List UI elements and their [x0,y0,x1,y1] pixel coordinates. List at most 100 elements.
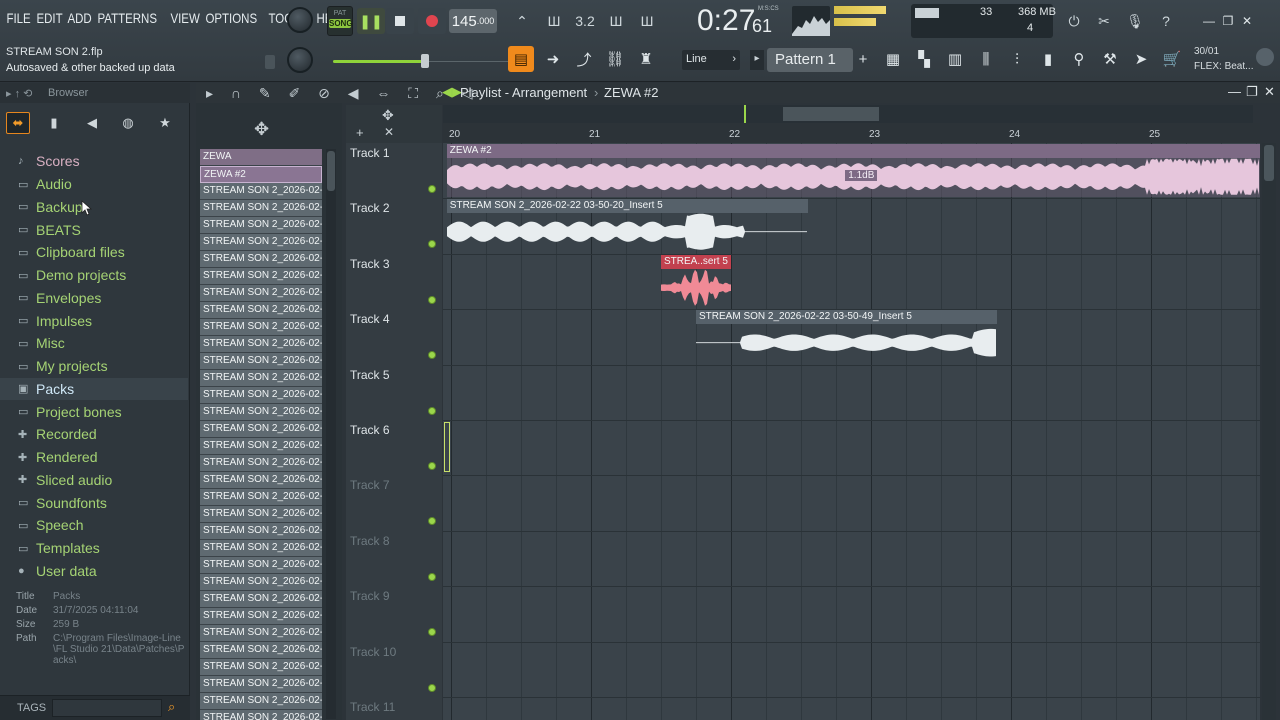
menu-item-options[interactable]: OPTIONS [203,10,260,30]
folder-item[interactable]: ▭ My projects [0,355,188,378]
wait-input-icon[interactable]: Ш [540,8,568,34]
folder-item[interactable]: ▭ BEATS [0,218,188,241]
track-mute-led[interactable] [428,351,436,360]
track-mute-led[interactable] [428,683,436,692]
minimize-icon[interactable]: — [1200,12,1218,30]
arrow-right-icon[interactable]: ➜ [540,46,566,72]
browser-all-icon[interactable]: ⬌ [6,112,30,134]
typing-keyboard-icon[interactable]: ▤ [508,46,534,72]
help-icon[interactable]: ? [1152,8,1180,34]
send-icon[interactable]: ➤ [1128,46,1154,72]
audio-clip-region[interactable]: STREAM SON 2_2026-02-22 03-50-49_Insert … [696,310,997,363]
restore-icon[interactable]: ❐ [1219,12,1237,30]
browser-speaker-icon[interactable]: ◀ [80,112,104,134]
folder-item[interactable]: ♪ Scores [0,150,188,173]
track-mute-led[interactable] [428,240,436,249]
track-label[interactable]: Track 8 [350,534,390,548]
track-mute-led[interactable] [428,572,436,581]
folder-item[interactable]: ● User data [0,560,188,583]
play-pattern-icon[interactable]: ◀▶ [442,84,462,100]
track-label[interactable]: Track 6 [350,423,390,437]
mixer-icon[interactable]: ⫼ [973,46,999,72]
track-mute-led[interactable] [428,295,436,304]
pattern-prev-icon[interactable]: ▸ [750,50,764,70]
folder-item[interactable]: ▣ Packs [0,377,188,401]
menu-item-edit[interactable]: EDIT [34,10,65,30]
lock-icon[interactable] [265,55,275,69]
master-volume-knob[interactable] [287,7,313,33]
power-icon[interactable]: ⏻ [1060,8,1088,34]
track-label[interactable]: Track 2 [350,201,390,215]
add-pattern-icon[interactable]: + [856,46,870,72]
folder-item[interactable]: ▭ Audio [0,173,188,196]
cut-icon[interactable]: ✂ [1090,8,1118,34]
track-mute-led[interactable] [428,628,436,637]
track-label[interactable]: Track 11 [350,700,395,714]
tools-icon[interactable]: ⚒ [1097,46,1123,72]
playlist-close-icon[interactable]: ✕ [1264,84,1275,100]
channels-icon[interactable]: ⫶ [1004,46,1030,72]
playlist-overview[interactable] [443,105,1253,123]
browser-star-icon[interactable]: ★ [153,112,177,134]
file-icon[interactable]: ▮ [1035,46,1061,72]
folder-item[interactable]: ▭ Templates [0,537,188,560]
folder-item[interactable]: ▭ Soundfonts [0,491,188,514]
pat-song-toggle[interactable]: PAT SONG [327,6,353,36]
playlist-scrollbar-thumb[interactable] [1264,145,1274,181]
folder-item[interactable]: ▭ Backup [0,196,188,219]
track-label[interactable]: Track 1 [350,146,390,160]
close-icon[interactable]: ✕ [1238,12,1256,30]
delete-track-icon[interactable]: ✕ [384,125,394,139]
master-volume-slider[interactable] [333,60,428,63]
folder-item[interactable]: ✚ Recorded [0,423,188,446]
folder-item[interactable]: ▭ Speech [0,514,188,537]
stop-button[interactable] [386,8,414,34]
folder-item[interactable]: ✚ Rendered [0,446,188,469]
folder-item[interactable]: ✚ Sliced audio [0,469,188,492]
audio-clip-region[interactable]: STREAM SON 2_2026-02-22 03-50-20_Insert … [446,199,808,252]
pause-button[interactable]: ❚❚ [357,8,385,34]
track-label[interactable]: Track 3 [350,257,390,271]
track-label[interactable]: Track 9 [350,589,390,603]
folder-item[interactable]: ▭ Demo projects [0,264,188,287]
timeline-ruler[interactable]: 20 21 22 23 24 25 [443,123,1260,143]
audio-clip-region[interactable]: STREA..sert 5 [661,254,731,308]
step-edit-icon[interactable]: Ш [602,8,630,34]
menu-item-add[interactable]: ADD [65,10,94,30]
track-mute-led[interactable] [428,406,436,415]
loop-record-icon[interactable]: Ш [633,8,661,34]
browser-arrows-icon[interactable]: ▸ ↑ ⟲ [6,87,32,100]
track-mute-led[interactable] [428,185,436,193]
playlist-restore-icon[interactable]: ❐ [1246,84,1258,100]
link-icon[interactable]: ⛓ [602,46,628,72]
channel-rack-icon[interactable]: ▥ [942,46,968,72]
search-icon[interactable]: ⌕ [168,699,175,715]
playlist-scrollbar[interactable] [1262,143,1276,720]
microphone-icon[interactable]: 🎙 [1121,8,1149,34]
metronome-icon[interactable]: ⌃ [508,8,536,34]
browser-globe-icon[interactable]: ◍ [116,112,140,134]
selection-marker[interactable] [444,422,450,472]
add-track-icon[interactable]: + [356,125,364,140]
folder-item[interactable]: ▭ Clipboard files [0,241,188,264]
tags-input[interactable] [52,699,162,717]
snap-select[interactable]: Line › [682,50,740,70]
arrangement-grid[interactable]: ZEWA #2 1.1dB STREAM SON 2_2026-02-22 03-5… [443,143,1260,720]
playlist-tools[interactable]: ▸ ∩ ✎ ✐ ⊘ ◀ ⇔ ⛶ ⌕ ◁ [206,85,479,102]
playlist-minimize-icon[interactable]: — [1228,84,1241,99]
track-label[interactable]: Track 10 [350,645,396,659]
globe-icon[interactable] [1256,48,1274,66]
plugin-icon[interactable]: ⚲ [1066,46,1092,72]
move-tracks-icon[interactable]: ✥ [382,107,394,124]
time-format-label[interactable]: M:S:CS [758,6,779,12]
menu-item-patterns[interactable]: PATTERNS [95,10,159,30]
folder-item[interactable]: ▭ Envelopes [0,287,188,310]
overview-viewport[interactable] [783,107,879,121]
track-mute-led[interactable] [428,462,436,470]
menu-item-view[interactable]: VIEW [168,10,202,30]
menu-item-file[interactable]: FILE [4,10,33,30]
browser-projects-icon[interactable]: ▮ [42,112,66,134]
countdown-icon[interactable]: 3.2 [571,8,599,34]
master-volume-handle[interactable] [421,54,429,68]
track-label[interactable]: Track 7 [350,478,390,492]
